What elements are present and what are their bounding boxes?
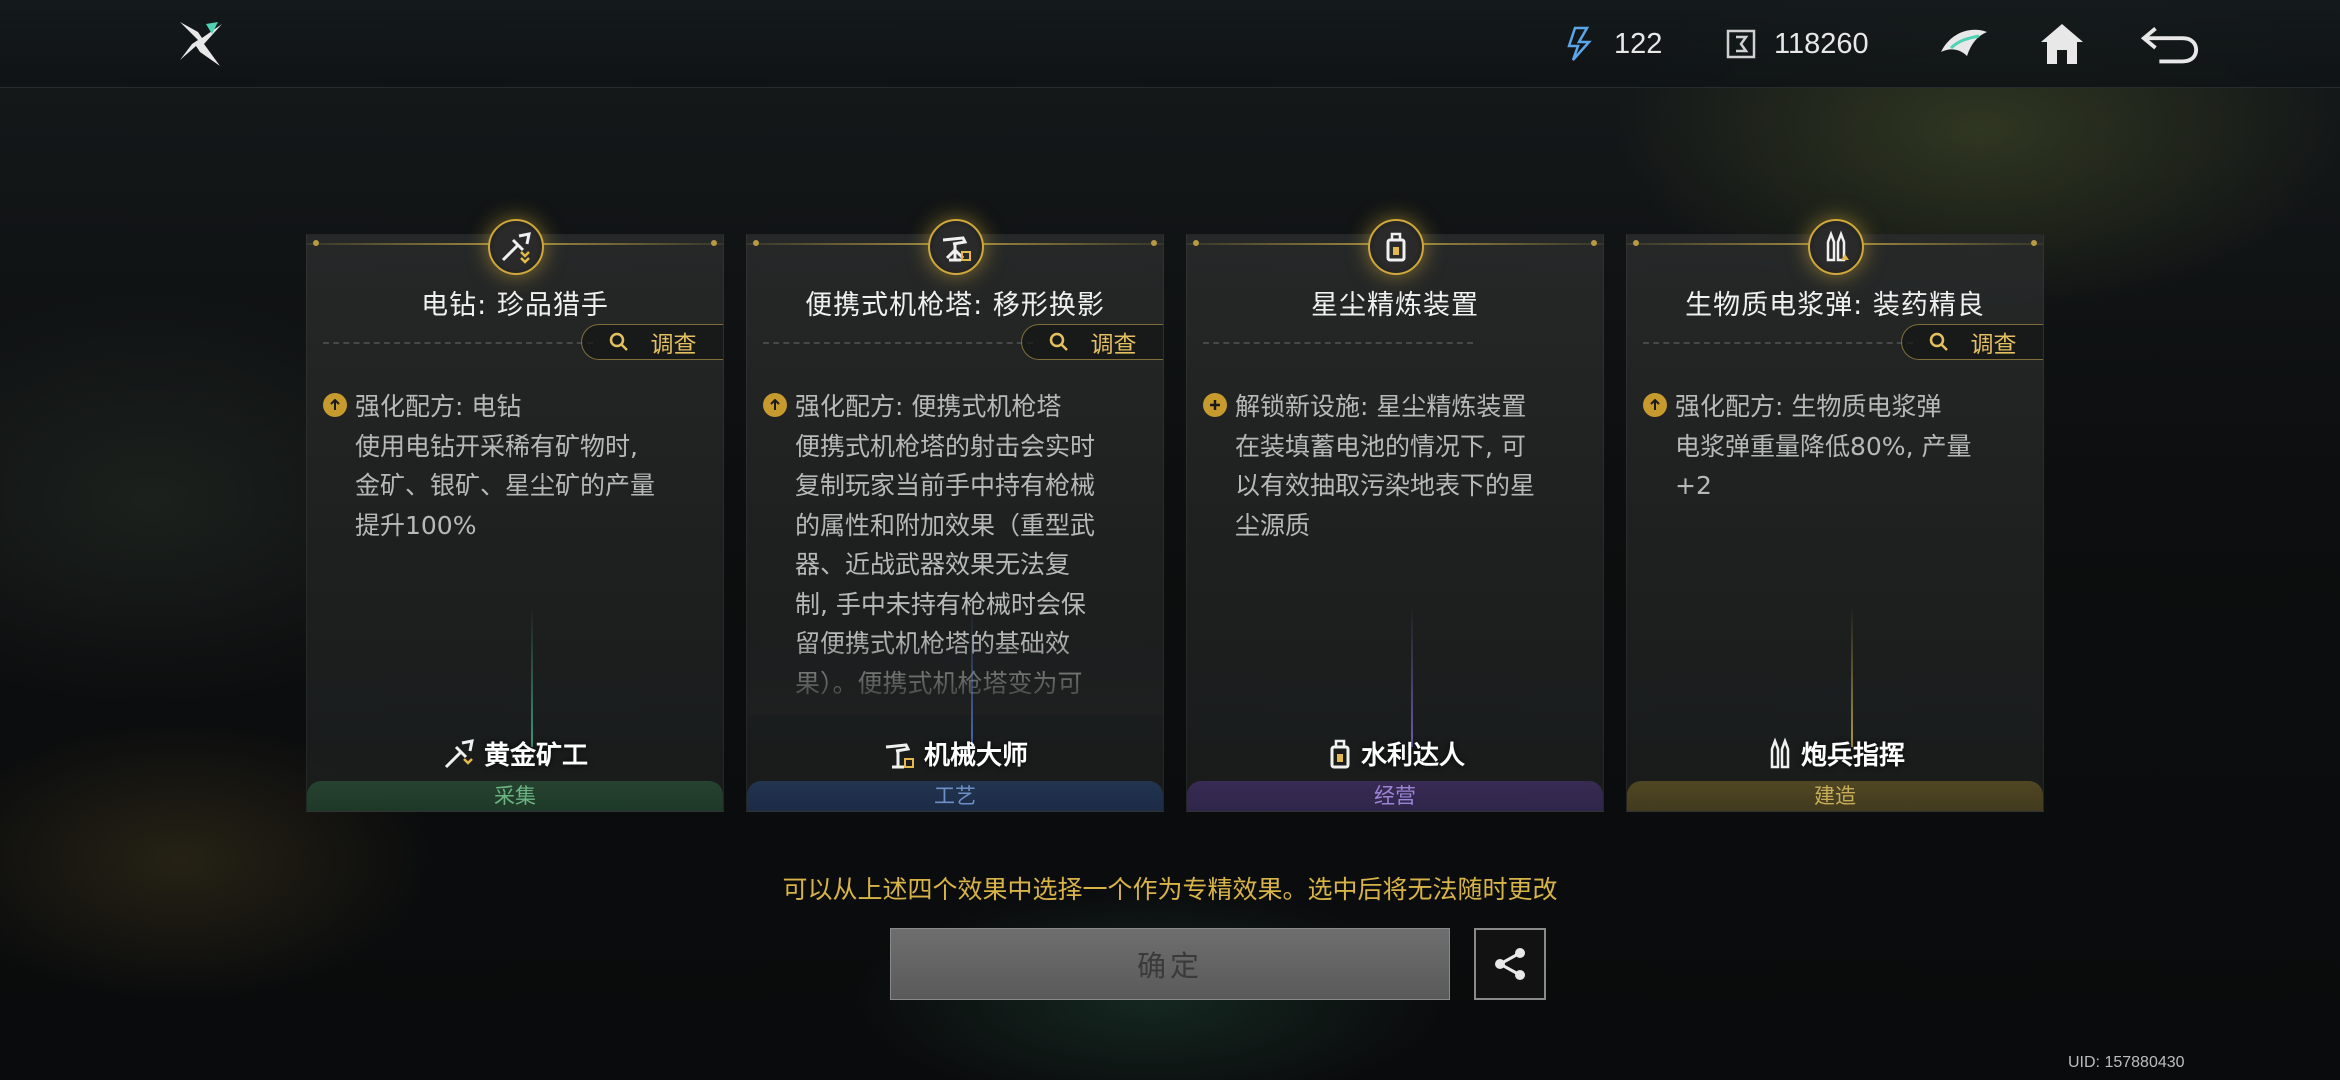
ammo-icon: [1808, 219, 1864, 275]
inspect-button[interactable]: 调查: [1021, 324, 1163, 360]
inspect-label: 调查: [1970, 332, 2017, 358]
card-description: 强化配方: 生物质电浆弹 电浆弹重量降低80%, 产量 +2: [1643, 387, 2021, 709]
upgrade-icon: [763, 393, 787, 417]
top-bar: 122 118260: [0, 0, 2340, 88]
inspect-label: 调查: [1090, 332, 1137, 358]
card-divider: [323, 342, 593, 344]
role-label: 黄金矿工: [307, 735, 723, 772]
turret-icon: [885, 742, 914, 768]
turret-icon: [928, 219, 984, 275]
card-title: 便携式机枪塔: 移形换影: [805, 290, 1105, 321]
search-icon: [1049, 332, 1068, 351]
inspect-button[interactable]: 调查: [581, 324, 723, 360]
game-logo-icon: [172, 16, 228, 72]
home-icon: [2041, 24, 2083, 64]
inspect-label: 调查: [650, 332, 697, 358]
role-name: 水利达人: [1360, 741, 1465, 771]
role-label: 炮兵指挥: [1627, 735, 2043, 772]
card-divider: [1643, 342, 1913, 344]
role-label: 水利达人: [1187, 735, 1603, 772]
inspect-button[interactable]: 调查: [1901, 324, 2043, 360]
category-tab: 采集: [307, 781, 723, 811]
light-beam: [1851, 607, 1853, 747]
text-fade: [747, 635, 1163, 715]
role-label: 机械大师: [747, 735, 1163, 772]
energy-resource: 122: [1562, 22, 1662, 66]
light-beam: [971, 607, 973, 747]
search-icon: [1929, 332, 1948, 351]
selection-hint: 可以从上述四个效果中选择一个作为专精效果。选中后将无法随时更改: [782, 875, 1558, 904]
specialization-card[interactable]: 便携式机枪塔: 移形换影 调查 强化配方: 便携式机枪塔 便携式机枪塔的射击会实…: [746, 219, 1164, 812]
description-text: 强化配方: 电钻 使用电钻开采稀有矿物时, 金矿、银矿、星尘矿的产量 提升100…: [355, 392, 656, 540]
category-tab: 建造: [1627, 781, 2043, 811]
card-title: 星尘精炼装置: [1311, 290, 1479, 321]
description-text: 解锁新设施: 星尘精炼装置 在装填蓄电池的情况下, 可 以有效抽取污染地表下的星…: [1235, 392, 1536, 540]
refinery-icon: [1330, 739, 1350, 768]
coin-icon: [1722, 25, 1760, 63]
upgrade-icon: [1643, 393, 1667, 417]
share-button[interactable]: [1474, 928, 1546, 1000]
ammo-icon: [1770, 736, 1790, 768]
card-description: 强化配方: 电钻 使用电钻开采稀有矿物时, 金矿、银矿、星尘矿的产量 提升100…: [323, 387, 701, 709]
role-name: 黄金矿工: [483, 741, 588, 771]
coin-resource: 118260: [1722, 22, 1869, 66]
ship-icon[interactable]: [1934, 14, 1994, 74]
category-tab: 经营: [1187, 781, 1603, 811]
specialization-card[interactable]: 星尘精炼装置 解锁新设施: 星尘精炼装置 在装填蓄电池的情况下, 可 以有效抽取…: [1186, 219, 1604, 812]
drill-icon: [444, 738, 474, 768]
drill-icon: [488, 219, 544, 275]
role-name: 炮兵指挥: [1800, 741, 1905, 771]
back-button[interactable]: [2140, 14, 2200, 74]
energy-icon: [1562, 25, 1600, 63]
light-beam: [531, 607, 533, 747]
confirm-button[interactable]: 确定: [890, 928, 1450, 1000]
coin-value: 118260: [1774, 27, 1869, 60]
user-id: UID: 157880430: [2068, 1054, 2185, 1071]
energy-value: 122: [1614, 27, 1663, 60]
upgrade-icon: [323, 393, 347, 417]
card-divider: [1203, 342, 1473, 344]
card-divider: [763, 342, 1033, 344]
refinery-icon: [1368, 219, 1424, 275]
home-button[interactable]: [2032, 14, 2092, 74]
light-beam: [1411, 607, 1413, 747]
back-icon: [2140, 27, 2199, 64]
card-title: 生物质电浆弹: 装药精良: [1685, 290, 1985, 321]
role-name: 机械大师: [923, 741, 1028, 771]
card-title: 电钻: 珍品猎手: [421, 290, 609, 321]
unlock-icon: [1203, 393, 1227, 417]
search-icon: [609, 332, 628, 351]
category-tab: 工艺: [747, 781, 1163, 811]
specialization-card[interactable]: 生物质电浆弹: 装药精良 调查 强化配方: 生物质电浆弹 电浆弹重量降低80%,…: [1626, 219, 2044, 812]
specialization-card[interactable]: 电钻: 珍品猎手 调查 强化配方: 电钻 使用电钻开采稀有矿物时, 金矿、银矿、…: [306, 219, 724, 812]
description-text: 强化配方: 生物质电浆弹 电浆弹重量降低80%, 产量 +2: [1675, 392, 1972, 500]
share-icon: [1495, 948, 1525, 980]
card-description: 解锁新设施: 星尘精炼装置 在装填蓄电池的情况下, 可 以有效抽取污染地表下的星…: [1203, 387, 1581, 709]
